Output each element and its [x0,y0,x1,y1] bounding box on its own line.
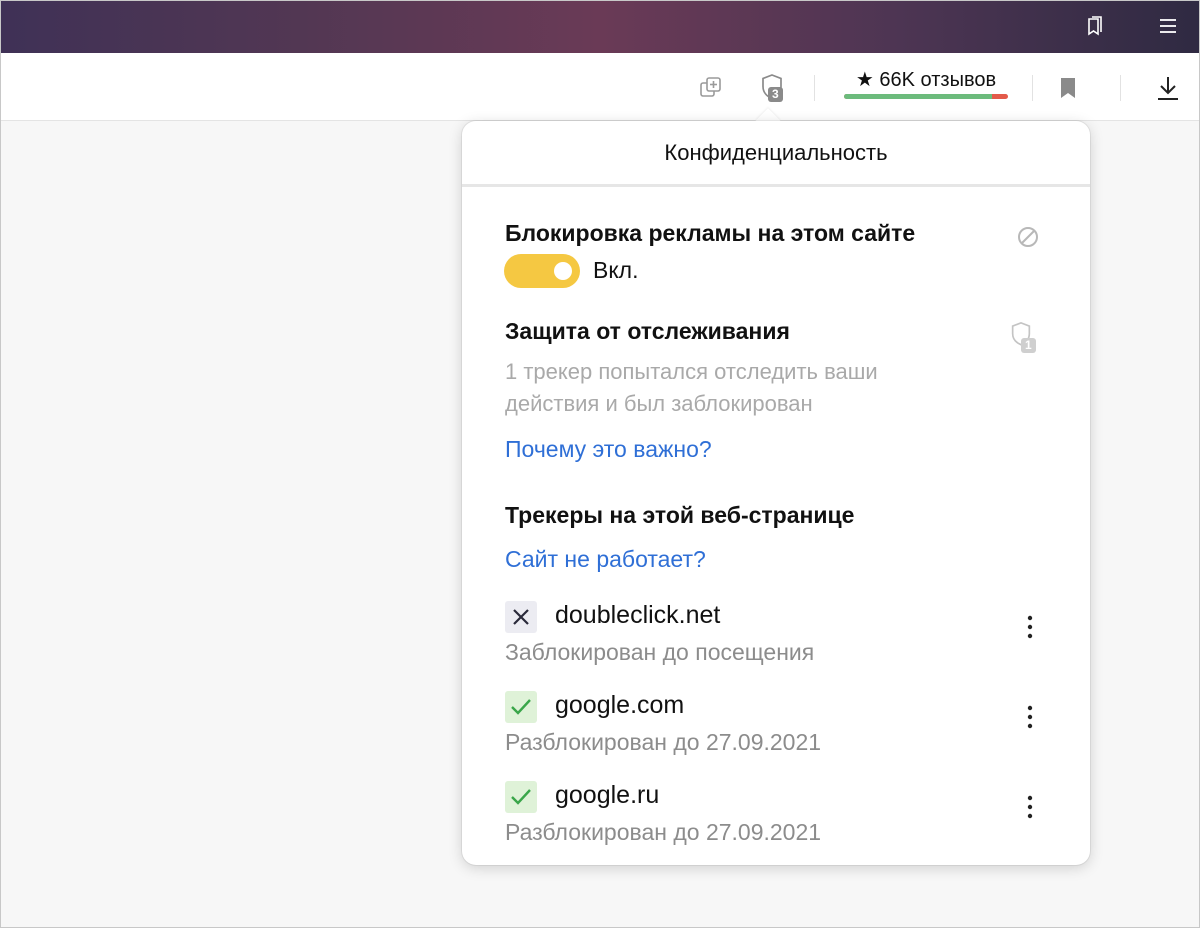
more-vertical-icon [1027,795,1033,819]
tracker-more-button[interactable] [1015,787,1045,827]
tracker-item-doubleclick: doubleclick.net Заблокирован до посещени… [505,601,1045,671]
why-important-link[interactable]: Почему это важно? [505,436,712,463]
bookmark-button[interactable] [1054,73,1082,103]
tracker-status-text: Заблокирован до посещения [505,639,815,665]
tracker-item-google-com: google.com Разблокирован до 27.09.2021 [505,691,1045,761]
tracking-description-line2: действия и был заблокирован [505,391,813,416]
tracking-protection-title: Защита от отслеживания [505,318,790,344]
tracking-shield-indicator: 1 [1008,320,1048,356]
add-copy-icon [700,77,721,97]
tracker-status-allowed[interactable] [505,781,537,813]
toolbar-separator [1120,75,1121,101]
reviews-rating-bar [844,94,1008,99]
privacy-popup: Конфиденциальность Блокировка рекламы на… [462,121,1090,865]
bookmark-icon [1061,78,1075,98]
toolbar-separator [1032,75,1033,101]
ad-block-title: Блокировка рекламы на этом сайте [505,220,916,246]
new-tab-copy-button[interactable] [694,71,728,105]
tracker-status-blocked[interactable] [505,601,537,633]
bookmarks-panel-icon[interactable] [1081,12,1109,40]
star-icon: ★ [855,69,874,91]
tracker-status-text: Разблокирован до 27.09.2021 [505,729,822,755]
download-icon [1158,77,1178,100]
trackers-section-title: Трекеры на этой веб-странице [505,502,855,528]
check-icon [511,699,531,715]
browser-toolbar: 3 ★ 66K отзывов [0,53,1200,121]
privacy-protect-button[interactable]: 3 [752,67,792,107]
ad-block-icon [1016,225,1040,249]
check-icon [511,789,531,805]
toggle-knob [554,262,572,280]
tracker-item-google-ru: google.ru Разблокирован до 27.09.2021 [505,781,1045,851]
tracker-domain: doubleclick.net [555,601,721,629]
site-not-working-link[interactable]: Сайт не работает? [505,546,706,573]
tracker-count-badge: 3 [768,87,783,102]
tracking-description-line1: 1 трекер попытался отследить ваши [505,359,878,384]
downloads-button[interactable] [1151,71,1185,105]
more-vertical-icon [1027,705,1033,729]
site-reviews-button[interactable]: ★ 66K отзывов [842,67,1010,103]
ad-block-toggle-state: Вкл. [593,257,639,283]
browser-titlebar [0,0,1200,53]
tracker-more-button[interactable] [1015,697,1045,737]
tracker-domain: google.com [555,691,685,719]
main-menu-icon[interactable] [1154,12,1182,40]
tracker-domain: google.ru [555,781,660,809]
reviews-label: 66K отзывов [879,69,997,91]
reviews-positive-fill [844,94,992,99]
toolbar-separator [814,75,815,101]
ad-block-toggle[interactable] [504,254,580,288]
tracking-count-badge: 1 [1021,338,1036,353]
tracker-more-button[interactable] [1015,607,1045,647]
tracker-status-text: Разблокирован до 27.09.2021 [505,819,822,845]
popup-title: Конфиденциальность [462,121,1090,187]
more-vertical-icon [1027,615,1033,639]
tracker-status-allowed[interactable] [505,691,537,723]
close-icon [513,609,529,625]
